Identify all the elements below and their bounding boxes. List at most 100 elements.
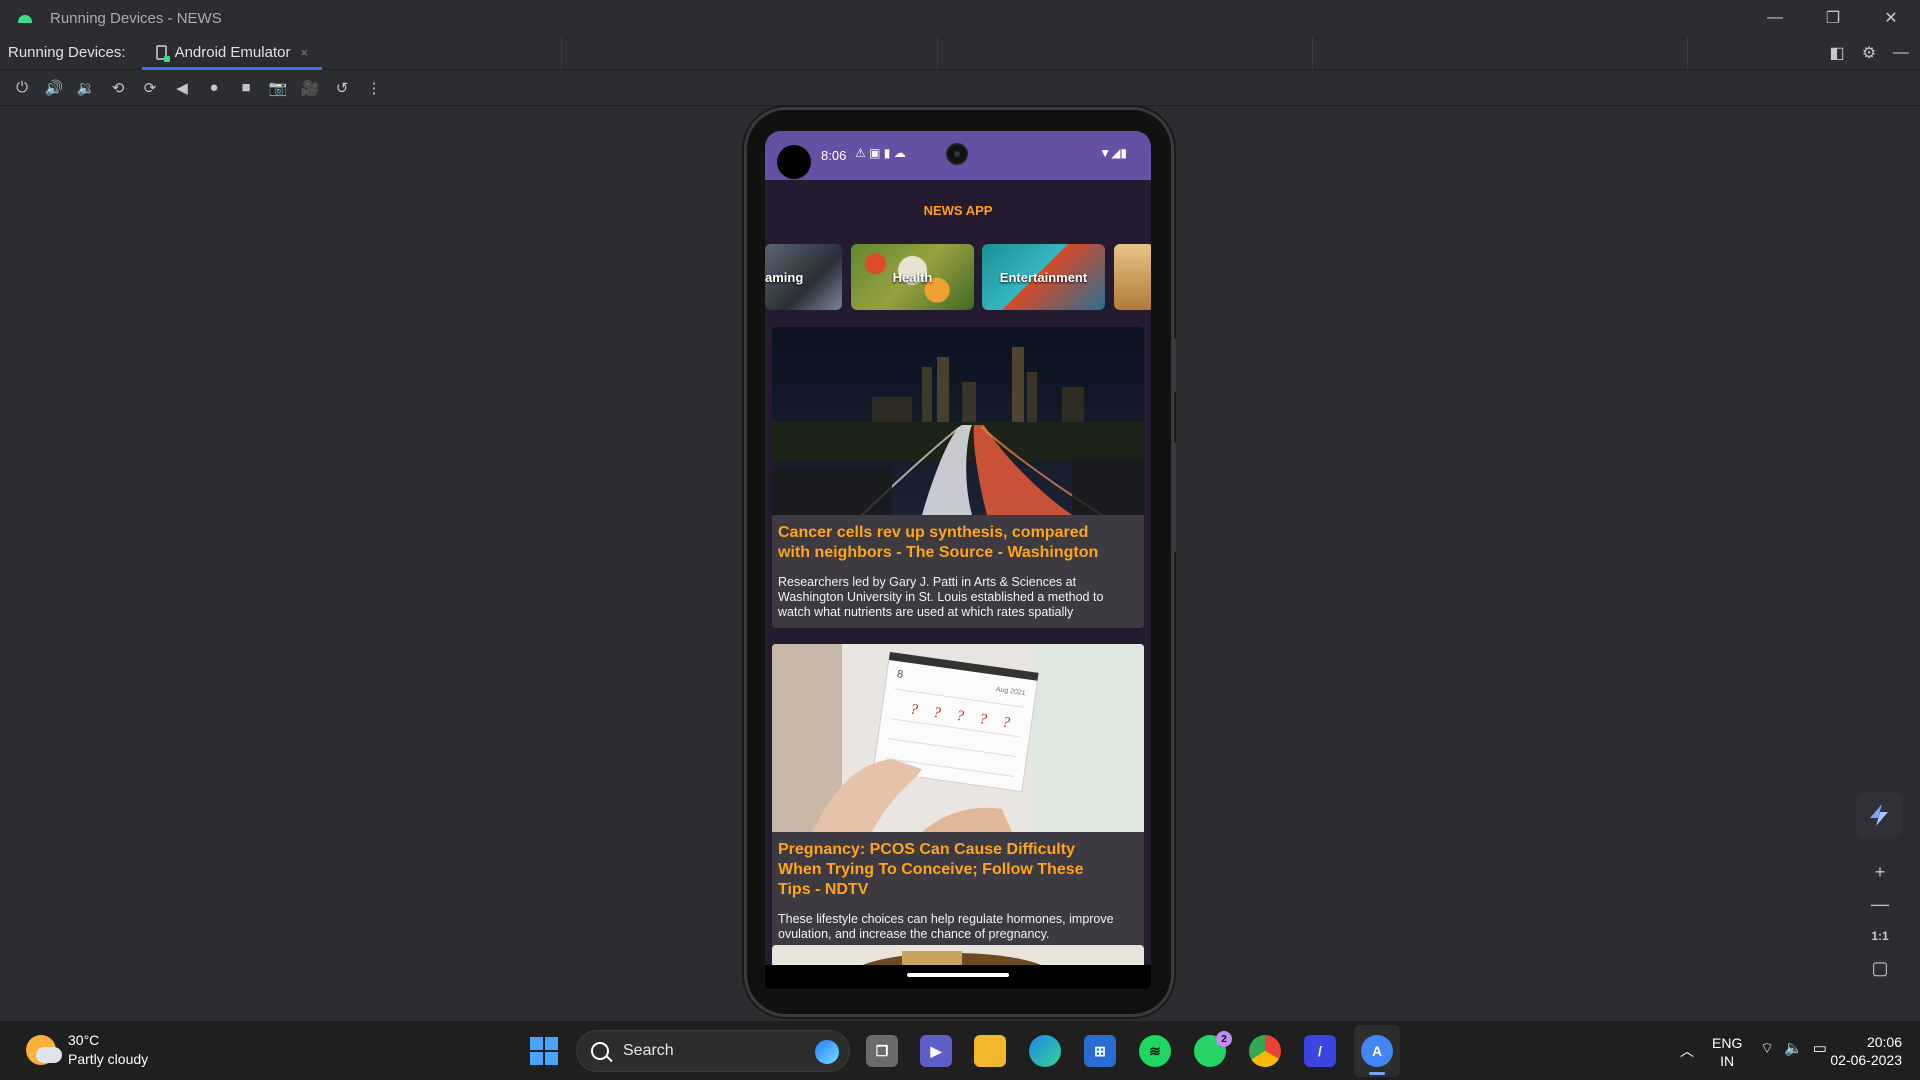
article-card[interactable]: Cancer cells rev up synthesis, compared …	[772, 327, 1144, 628]
layout-icon[interactable]: ◧	[1828, 44, 1846, 62]
title-bar: Running Devices - NEWS — ❐ ✕	[0, 0, 1920, 36]
zoom-controls: + — 1:1 ▢	[1864, 862, 1896, 978]
tab-actions: ◧ ⚙ —	[1828, 36, 1910, 70]
category-carousel[interactable]: aming Health Entertainment	[765, 244, 1151, 312]
gear-icon[interactable]: ⚙	[1860, 44, 1878, 62]
reset-icon[interactable]: ↺	[326, 74, 358, 102]
assistant-logo-icon[interactable]	[1856, 792, 1902, 838]
article-description: Researchers led by Gary J. Patti in Arts…	[778, 575, 1104, 619]
weather-condition: Partly cloudy	[68, 1051, 149, 1067]
notification-icons: ⚠ ▣ ▮ ☁	[855, 146, 906, 160]
category-label: Health	[892, 269, 933, 285]
app-title: NEWS APP	[923, 202, 993, 218]
home-icon[interactable]: ●	[198, 74, 230, 102]
rotate-right-icon[interactable]: ⟳	[134, 74, 166, 102]
article-headline[interactable]: Pregnancy: PCOS Can Cause Difficulty Whe…	[772, 832, 1144, 900]
category-label: Entertainment	[999, 269, 1088, 285]
window-title: Running Devices - NEWS	[50, 9, 222, 27]
ms-store-icon[interactable]: ⊞	[1084, 1035, 1116, 1067]
front-camera-icon	[946, 143, 968, 165]
spotify-icon[interactable]: ≋	[1139, 1035, 1171, 1067]
file-explorer-icon[interactable]	[974, 1035, 1006, 1067]
device-icon	[155, 45, 170, 62]
weather-widget[interactable]: 30°C Partly cloudy	[26, 1031, 148, 1069]
status-time: 8:06	[821, 148, 847, 163]
more-icon[interactable]: ⋮	[358, 74, 390, 102]
close-tab-icon[interactable]: ×	[300, 45, 308, 60]
region: IN	[1720, 1053, 1735, 1069]
signal-battery-icons: ▼◢▮	[1099, 146, 1127, 160]
chevron-up-icon[interactable]: ︿	[1680, 1041, 1694, 1061]
article-description: These lifestyle choices can help regulat…	[778, 912, 1114, 941]
tab-divider	[1312, 36, 1313, 70]
overview-icon[interactable]: ■	[230, 74, 262, 102]
gesture-nav-bar	[765, 965, 1151, 989]
article-card[interactable]: 8 Aug 2021 ? ? ? ? ? Pregnancy: PCOS Can…	[772, 644, 1144, 950]
category-gaming[interactable]: aming	[765, 244, 842, 310]
taskbar-search[interactable]: Search	[576, 1030, 850, 1072]
clock[interactable]: 20:06 02-06-2023	[1816, 1033, 1902, 1069]
running-devices-label: Running Devices:	[8, 44, 126, 61]
record-icon[interactable]: 🎥	[294, 74, 326, 102]
clock-date: 02-06-2023	[1830, 1052, 1902, 1068]
teams-chat-icon[interactable]: ▶	[920, 1035, 952, 1067]
fit-screen-button[interactable]: ▢	[1869, 958, 1891, 978]
tab-divider	[1687, 36, 1688, 70]
android-studio-taskbar-icon[interactable]: A	[1361, 1035, 1393, 1067]
volume-icon: 🔈	[1784, 1040, 1803, 1057]
home-gesture-pill[interactable]	[907, 973, 1009, 977]
category-health[interactable]: Health	[851, 244, 974, 310]
calendar-image: 8 Aug 2021 ? ? ? ? ?	[772, 644, 1144, 832]
article-image: 8 Aug 2021 ? ? ? ? ?	[772, 644, 1144, 832]
zoom-in-button[interactable]: +	[1869, 862, 1891, 882]
edge-browser-icon[interactable]	[1029, 1035, 1061, 1067]
category-entertainment[interactable]: Entertainment	[982, 244, 1105, 310]
app-bar: NEWS APP	[765, 180, 1151, 240]
android-studio-icon	[16, 11, 36, 25]
article-headline[interactable]: Cancer cells rev up synthesis, compared …	[772, 515, 1144, 563]
language-indicator[interactable]: ENG IN	[1712, 1034, 1742, 1070]
back-icon[interactable]: ◀	[166, 74, 198, 102]
window-controls: — ❐ ✕	[1746, 0, 1920, 36]
weather-temp: 30°C	[68, 1032, 100, 1048]
windows-start-icon[interactable]	[530, 1037, 558, 1065]
tab-divider	[561, 36, 562, 70]
slash-logo-icon	[1870, 804, 1888, 826]
search-icon	[591, 1042, 609, 1060]
hide-icon[interactable]: —	[1892, 44, 1910, 62]
partly-cloudy-icon	[26, 1035, 62, 1065]
vs-code-like-icon[interactable]: /	[1304, 1035, 1336, 1067]
category-partial[interactable]	[1114, 244, 1151, 310]
actual-size-button[interactable]: 1:1	[1869, 926, 1891, 946]
wifi-icon: ⌔	[1760, 1040, 1775, 1057]
tab-label: Android Emulator	[174, 44, 291, 61]
device-screen[interactable]: 8:06 ⚠ ▣ ▮ ☁ ▼◢▮ NEWS APP aming Health E…	[765, 131, 1151, 989]
category-label: aming	[765, 269, 804, 285]
language: ENG	[1712, 1035, 1743, 1051]
power-icon[interactable]: ⏻	[6, 74, 38, 102]
clock-time: 20:06	[1866, 1034, 1902, 1050]
rotate-left-icon[interactable]: ⟲	[102, 74, 134, 102]
city-night-image	[772, 327, 1144, 515]
emulator-toolbar: ⏻ 🔊 🔉 ⟲ ⟳ ◀ ● ■ 📷 🎥 ↺ ⋮	[0, 70, 1920, 106]
restore-button[interactable]: ❐	[1804, 0, 1862, 36]
volume-up-icon[interactable]: 🔊	[38, 74, 70, 102]
notification-badge: 2	[1216, 1031, 1232, 1047]
tab-divider	[937, 36, 938, 70]
whatsapp-icon[interactable]: 2	[1194, 1031, 1232, 1067]
task-view-icon[interactable]: ❐	[866, 1035, 898, 1067]
volume-down-icon[interactable]: 🔉	[70, 74, 102, 102]
side-button[interactable]	[1172, 442, 1176, 552]
screenshot-icon[interactable]: 📷	[262, 74, 294, 102]
status-bar: 8:06 ⚠ ▣ ▮ ☁ ▼◢▮	[765, 131, 1151, 180]
article-image	[772, 327, 1144, 515]
zoom-out-button[interactable]: —	[1869, 894, 1891, 914]
chrome-icon[interactable]	[1249, 1035, 1281, 1067]
side-button[interactable]	[1172, 338, 1176, 392]
windows-taskbar: 30°C Partly cloudy Search ❐ ▶ ⊞ ≋ 2 / A …	[0, 1020, 1920, 1080]
minimize-button[interactable]: —	[1746, 0, 1804, 36]
running-devices-tabbar: Running Devices: Android Emulator ×	[0, 36, 1920, 70]
close-button[interactable]: ✕	[1862, 0, 1920, 36]
bing-icon[interactable]	[815, 1040, 839, 1064]
tab-android-emulator[interactable]: Android Emulator ×	[141, 36, 323, 70]
